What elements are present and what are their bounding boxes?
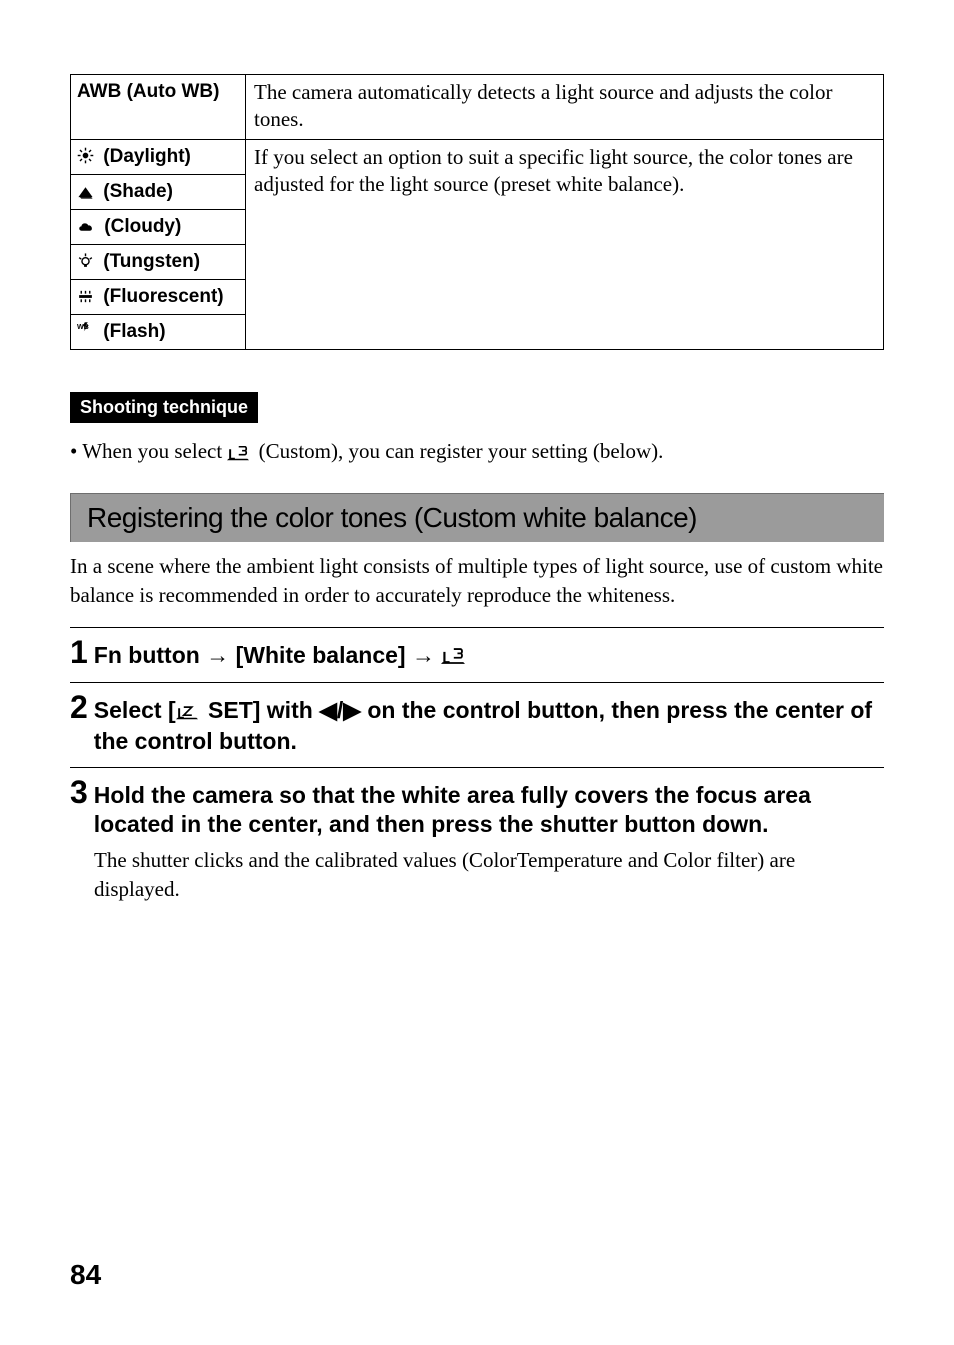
shade-icon — [77, 181, 94, 203]
arrow-right-icon: → — [206, 642, 229, 668]
step-1-text: Fn button → [White balance] → — [94, 641, 470, 672]
row-daylight: (Daylight) — [71, 139, 246, 174]
desc-preset: If you select an option to suit a specif… — [246, 139, 884, 349]
technique-bullet: • When you select (Custom), you can regi… — [70, 437, 884, 467]
tungsten-icon — [77, 251, 94, 273]
cloud-icon — [77, 216, 95, 238]
left-right-arrows: ◀/▶ — [319, 697, 361, 723]
desc-auto: The camera automatically detects a light… — [246, 75, 884, 140]
row-cloudy: (Cloudy) — [71, 209, 246, 244]
white-balance-table: AWB (Auto WB) The camera automatically d… — [70, 74, 884, 350]
step-3-subtext: The shutter clicks and the calibrated va… — [94, 846, 884, 903]
custom-wb-icon — [227, 439, 249, 467]
row-flash: WB (Flash) — [71, 314, 246, 349]
section-paragraph: In a scene where the ambient light consi… — [70, 552, 884, 609]
step-2-text: Select [ SET] with ◀/▶ on the control bu… — [94, 696, 884, 757]
step-2: 2 Select [ SET] with ◀/▶ on the control … — [70, 682, 884, 767]
row-fluorescent: (Fluorescent) — [71, 279, 246, 314]
row-tungsten: (Tungsten) — [71, 244, 246, 279]
page-number: 84 — [70, 1259, 101, 1291]
fluorescent-icon — [77, 286, 94, 308]
row-awb: AWB (Auto WB) — [71, 75, 246, 140]
section-heading: Registering the color tones (Custom whit… — [70, 493, 884, 542]
step-number-3: 3 — [70, 776, 88, 808]
flash-icon: WB — [77, 321, 94, 343]
custom-wb-set-icon — [176, 697, 198, 727]
arrow-right-icon: → — [412, 642, 435, 668]
step-number-2: 2 — [70, 691, 88, 723]
sun-icon — [77, 146, 94, 168]
step-3-text: Hold the camera so that the white area f… — [94, 781, 884, 841]
step-3: 3 Hold the camera so that the white area… — [70, 767, 884, 913]
step-number-1: 1 — [70, 636, 88, 668]
step-1: 1 Fn button → [White balance] → — [70, 627, 884, 682]
shooting-technique-label: Shooting technique — [70, 392, 258, 423]
custom-wb-icon — [441, 642, 465, 672]
row-shade: (Shade) — [71, 174, 246, 209]
